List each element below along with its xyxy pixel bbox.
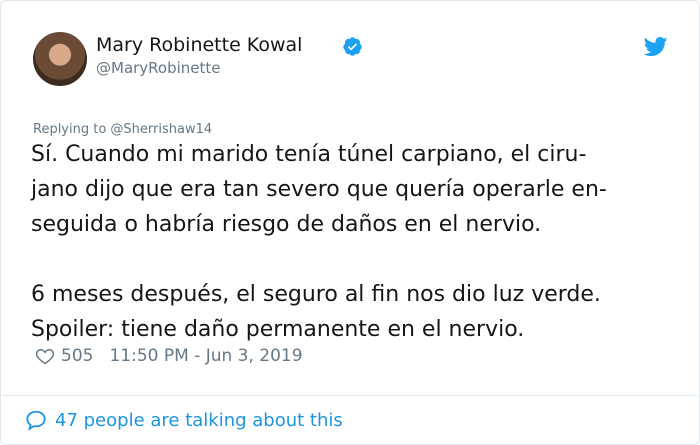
tweet-line: Spoiler: tiene daño permanente en el ner… xyxy=(31,317,525,342)
tweet-line: 6 meses después, el seguro al fin nos di… xyxy=(31,282,601,307)
tweet-text: Sí. Cuando mi marido tenía túnel carpian… xyxy=(31,137,671,347)
avatar[interactable] xyxy=(33,32,87,86)
heart-icon[interactable] xyxy=(35,346,55,366)
tweet-line: seguida o habría riesgo de daños en el n… xyxy=(31,212,542,237)
divider xyxy=(2,395,699,396)
like-count[interactable]: 505 xyxy=(61,346,93,366)
talking-about-text[interactable]: 47 people are talking about this xyxy=(55,410,343,431)
tweet-meta: 505 11:50 PM - Jun 3, 2019 xyxy=(35,346,303,366)
twitter-bird-icon[interactable] xyxy=(644,37,668,57)
replying-to[interactable]: Replying to @Sherrishaw14 xyxy=(33,122,212,137)
author-name[interactable]: Mary Robinette Kowal xyxy=(96,34,302,56)
speech-bubble-icon xyxy=(26,410,46,431)
tweet-line: Sí. Cuando mi marido tenía túnel carpian… xyxy=(31,142,587,167)
tweet-line: jano dijo que era tan severo que quería … xyxy=(31,177,607,202)
author-handle[interactable]: @MaryRobinette xyxy=(96,59,221,77)
tweet-card: Mary Robinette Kowal @MaryRobinette Repl… xyxy=(0,0,700,445)
verified-badge-icon xyxy=(343,37,362,56)
tweet-timestamp[interactable]: 11:50 PM - Jun 3, 2019 xyxy=(109,346,302,366)
talking-about-link[interactable]: 47 people are talking about this xyxy=(25,409,343,431)
